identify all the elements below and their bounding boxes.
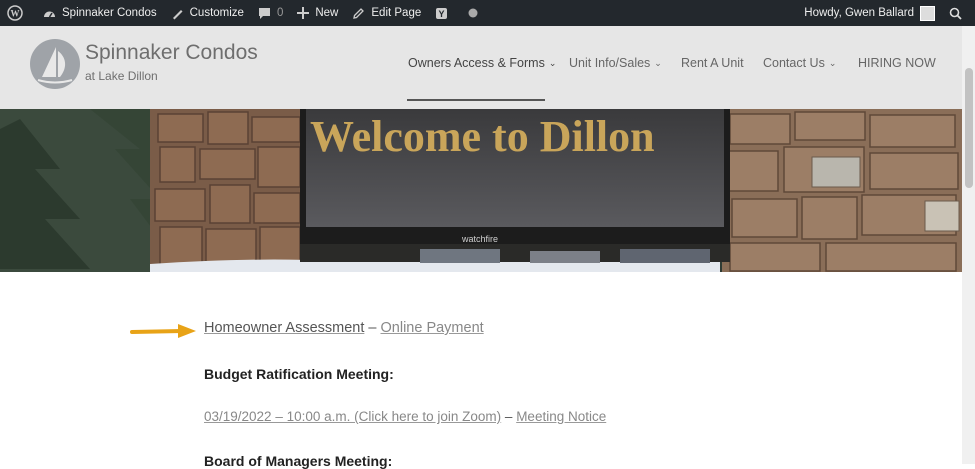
sign-brand: watchfire — [461, 234, 498, 244]
hero-image: Welcome to Dillon watchfire — [0, 109, 962, 272]
nav-contact-us[interactable]: Contact Us ⌄ — [763, 56, 836, 70]
meeting-notice-link[interactable]: Meeting Notice — [516, 409, 606, 424]
site-name-label: Spinnaker Condos — [62, 7, 157, 19]
pencil-icon — [353, 7, 365, 19]
avatar — [920, 5, 935, 21]
online-payment-link[interactable]: Online Payment — [381, 320, 484, 336]
chevron-down-icon: ⌄ — [828, 57, 837, 68]
search-icon — [949, 7, 962, 20]
admin-search-button[interactable] — [942, 0, 975, 26]
nav-rent-label: Rent A Unit — [681, 56, 744, 70]
edit-page-label: Edit Page — [371, 7, 422, 19]
site-header: Spinnaker Condos at Lake Dillon Owners A… — [0, 26, 962, 109]
nav-contact-label: Contact Us — [763, 56, 825, 70]
customize-label: Customize — [189, 7, 244, 19]
user-account-menu[interactable]: Howdy, Gwen Ballard — [797, 0, 942, 26]
chevron-down-icon: ⌄ — [548, 57, 557, 68]
nav-owners-access-label: Owners Access & Forms — [408, 56, 545, 70]
site-logo[interactable] — [30, 39, 80, 89]
pointer-arrow-icon — [130, 324, 196, 338]
nav-owners-access[interactable]: Owners Access & Forms ⌄ — [408, 56, 556, 70]
user-greeting: Howdy, Gwen Ballard — [804, 7, 914, 19]
meeting-line: 03/19/2022 – 10:00 a.m. (Click here to j… — [204, 409, 606, 424]
nav-hiring-label: HIRING NOW — [858, 56, 936, 70]
new-content-button[interactable]: New — [290, 0, 345, 26]
comment-icon — [258, 7, 270, 19]
plus-icon — [297, 7, 310, 19]
chevron-down-icon: ⌄ — [654, 57, 662, 68]
svg-text:W: W — [11, 9, 20, 19]
site-name-menu[interactable]: Spinnaker Condos — [36, 0, 164, 26]
assessment-line: Homeowner Assessment – Online Payment — [204, 320, 484, 336]
budget-meeting-heading: Budget Ratification Meeting: — [204, 366, 394, 382]
admin-bar: W Spinnaker Condos Customize 0 New Edit … — [0, 0, 975, 26]
active-nav-underline — [407, 99, 545, 101]
status-dot-icon[interactable] — [461, 0, 491, 26]
customize-button[interactable]: Customize — [164, 0, 251, 26]
board-meeting-heading: Board of Managers Meeting: — [204, 453, 393, 469]
comments-count: 0 — [276, 7, 284, 19]
yoast-seo-icon[interactable]: Y — [428, 0, 461, 26]
site-tagline: at Lake Dillon — [85, 69, 158, 83]
svg-text:Y: Y — [439, 9, 445, 19]
comments-button[interactable]: 0 — [251, 0, 290, 26]
new-label: New — [315, 7, 339, 19]
nav-hiring-now[interactable]: HIRING NOW — [858, 56, 936, 70]
site-title[interactable]: Spinnaker Condos — [85, 41, 258, 65]
homeowner-assessment-link[interactable]: Homeowner Assessment — [204, 320, 364, 336]
wordpress-logo-icon[interactable]: W — [0, 0, 36, 26]
meeting-separator: – — [501, 409, 517, 424]
edit-page-button[interactable]: Edit Page — [345, 0, 428, 26]
dashboard-icon — [44, 11, 55, 17]
brush-icon — [172, 9, 183, 19]
nav-unit-info-label: Unit Info/Sales — [569, 56, 651, 70]
nav-rent-a-unit[interactable]: Rent A Unit — [681, 56, 744, 70]
scrollbar-thumb[interactable] — [965, 68, 973, 188]
nav-unit-info-sales[interactable]: Unit Info/Sales ⌄ — [569, 56, 662, 70]
assessment-separator: – — [364, 320, 381, 336]
join-zoom-link[interactable]: 03/19/2022 – 10:00 a.m. (Click here to j… — [204, 409, 501, 424]
sign-text: Welcome to Dillon — [310, 112, 655, 161]
